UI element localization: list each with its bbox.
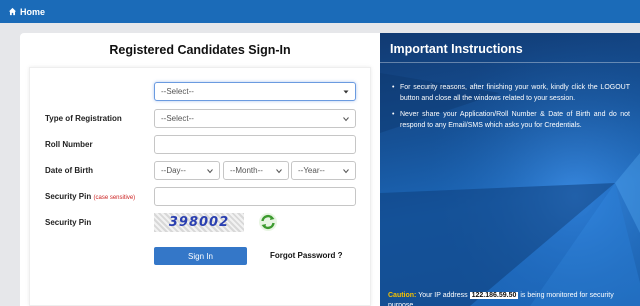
first-select-row: --Select--: [30, 82, 372, 101]
first-select-value: --Select--: [161, 87, 194, 96]
dob-label: Date of Birth: [45, 166, 93, 175]
dob-year-select[interactable]: --Year--: [291, 161, 356, 180]
dob-row: Date of Birth --Day-- --Month-- --Year--: [30, 161, 372, 180]
forgot-password-link[interactable]: Forgot Password ?: [270, 251, 342, 260]
sign-in-card: Registered Candidates Sign-In --Select--…: [20, 33, 380, 306]
chevron-down-icon: [343, 169, 349, 174]
chevron-down-icon: [276, 169, 282, 174]
instructions-title: Important Instructions: [390, 42, 523, 56]
caution-text-pre: Your IP address: [418, 292, 468, 299]
registration-type-label: Type of Registration: [45, 114, 122, 123]
chevron-down-icon: [207, 169, 213, 174]
registration-type-value: --Select--: [161, 114, 194, 123]
security-pin-input-label: Security Pin (case sensitive): [45, 192, 135, 201]
title-divider: [380, 62, 640, 63]
security-pin-captcha-label: Security Pin: [45, 218, 92, 227]
home-link[interactable]: Home: [8, 7, 45, 17]
registration-type-row: Type of Registration --Select--: [30, 109, 372, 128]
case-sensitive-hint: (case sensitive): [93, 195, 136, 201]
panel-background-graphic: [380, 33, 640, 306]
security-pin-input-row: Security Pin (case sensitive): [30, 187, 372, 206]
sign-in-form: --Select-- Type of Registration --Select…: [29, 67, 371, 306]
top-navbar: Home: [0, 0, 640, 23]
chevron-down-icon: [343, 90, 349, 94]
registration-type-select[interactable]: --Select--: [154, 109, 356, 128]
caution-notice: Caution: Your IP address 122.186.59.50 i…: [388, 291, 634, 306]
captcha-code: 398002: [168, 215, 230, 230]
security-pin-label-text: Security Pin: [45, 192, 92, 201]
caution-label: Caution:: [388, 292, 417, 299]
ip-address: 122.186.59.50: [469, 292, 519, 299]
home-label: Home: [20, 6, 46, 17]
roll-number-input[interactable]: [154, 135, 356, 154]
home-icon: [8, 7, 17, 16]
dob-day-select[interactable]: --Day--: [154, 161, 220, 180]
captcha-image: 398002: [154, 213, 244, 232]
dob-month-value: --Month--: [230, 166, 263, 175]
refresh-icon[interactable]: [258, 212, 278, 232]
dob-month-select[interactable]: --Month--: [223, 161, 289, 180]
instructions-list: For security reasons, after finishing yo…: [392, 83, 630, 137]
chevron-down-icon: [343, 117, 349, 122]
security-pin-input[interactable]: [154, 187, 356, 206]
first-select[interactable]: --Select--: [154, 82, 356, 101]
roll-number-label: Roll Number: [45, 140, 93, 149]
sign-in-title: Registered Candidates Sign-In: [109, 43, 291, 57]
dob-day-value: --Day--: [161, 166, 186, 175]
sign-in-button[interactable]: Sign In: [154, 247, 247, 265]
roll-number-row: Roll Number: [30, 135, 372, 154]
instruction-item: For security reasons, after finishing yo…: [392, 83, 630, 104]
instruction-item: Never share your Application/Roll Number…: [392, 110, 630, 131]
dob-year-value: --Year--: [298, 166, 325, 175]
instructions-panel: Important Instructions For security reas…: [380, 33, 640, 306]
